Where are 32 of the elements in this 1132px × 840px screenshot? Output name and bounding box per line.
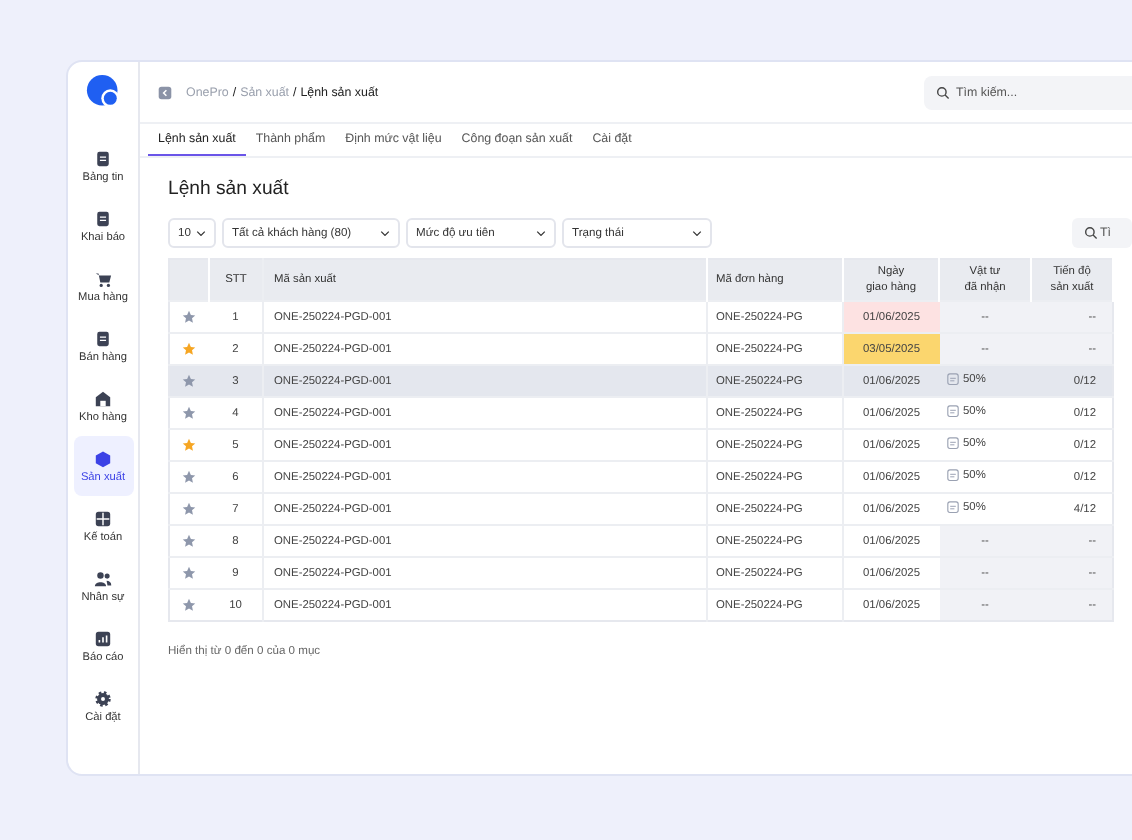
chevron-down-icon: [196, 229, 206, 237]
chevron-down-icon: [692, 229, 702, 237]
document-icon: [94, 329, 112, 347]
chevron-down-icon: [536, 229, 546, 237]
star-icon[interactable]: [182, 406, 197, 420]
clipboard-icon: [945, 372, 959, 386]
star-icon[interactable]: [182, 438, 197, 452]
settings-icon: [94, 689, 112, 707]
chart-icon: [94, 629, 112, 647]
cube-icon: [94, 449, 112, 467]
app-logo-icon: [85, 74, 121, 110]
cart-icon: [94, 269, 112, 287]
star-icon[interactable]: [182, 310, 197, 324]
star-icon[interactable]: [182, 470, 197, 484]
star-icon[interactable]: [182, 534, 197, 548]
star-icon[interactable]: [182, 598, 197, 612]
people-icon: [94, 569, 112, 587]
page-title: Lệnh sản xuất: [168, 178, 291, 200]
star-icon[interactable]: [182, 566, 197, 580]
clipboard-icon: [945, 436, 959, 450]
clipboard-icon: [945, 468, 959, 482]
clipboard-icon: [94, 209, 112, 227]
clipboard-icon: [945, 500, 959, 514]
star-icon[interactable]: [182, 342, 197, 356]
document-icon: [94, 149, 112, 167]
chevron-down-icon: [380, 229, 390, 237]
sidebar-toggle-icon[interactable]: [158, 85, 172, 99]
house-icon: [94, 389, 112, 407]
grid-icon: [94, 509, 112, 527]
star-icon[interactable]: [182, 374, 197, 388]
star-icon[interactable]: [182, 502, 197, 516]
clipboard-icon: [945, 404, 959, 418]
